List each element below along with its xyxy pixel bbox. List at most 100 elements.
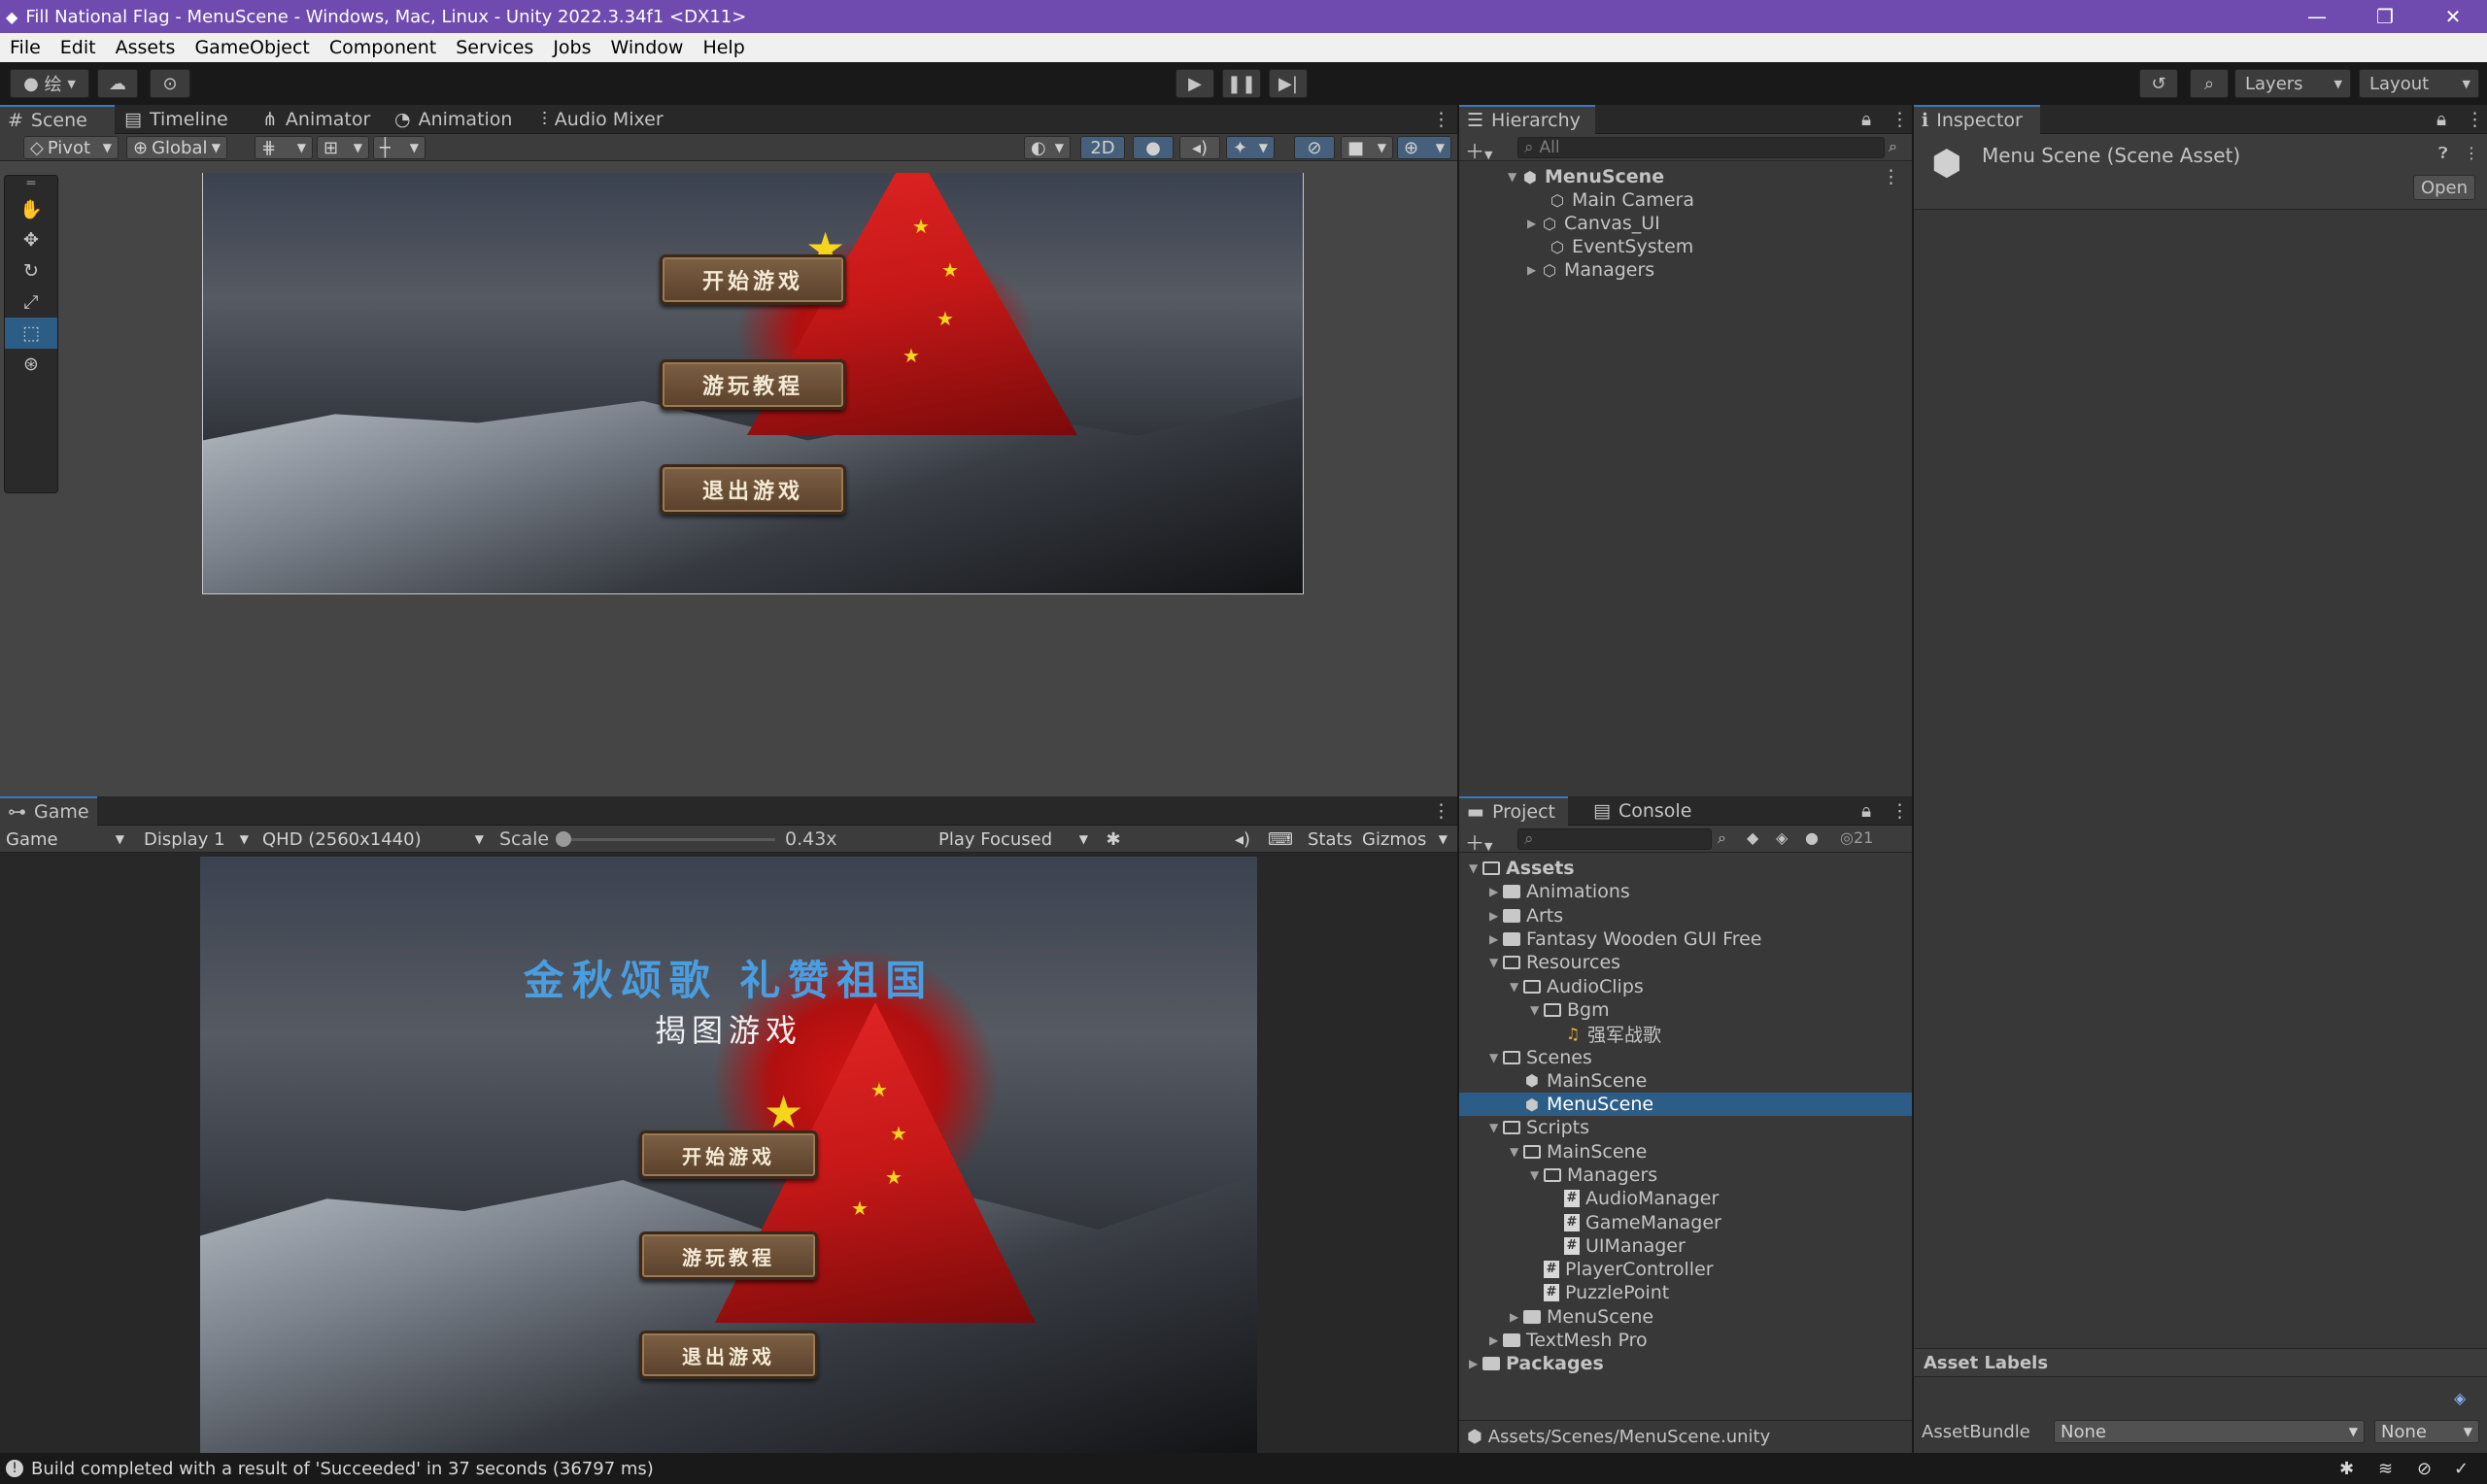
hierarchy-lock[interactable]: 🔒︎ [1854,105,1881,134]
expand-closed-icon[interactable]: ▶ [1527,217,1541,230]
restore-button[interactable]: ❐ [2351,0,2419,33]
camera-dropdown[interactable]: ■ ▼ [1341,136,1393,159]
project-tree-item[interactable]: # GameManager [1459,1210,1912,1233]
expand-open-icon[interactable]: ▼ [1510,980,1523,994]
auto-generate-lighting-icon[interactable]: ⊘ [2417,1459,2432,1479]
menu-assets[interactable]: Assets [106,37,186,58]
expand-open-icon[interactable]: ▼ [1510,1145,1523,1159]
scale-tool-icon[interactable]: ⤢ [5,287,57,318]
kebab-icon[interactable]: ⋮ [2464,144,2479,162]
game-tutorial-button[interactable]: 游玩教程 [639,1231,818,1280]
project-tree-item[interactable]: ▼ AudioClips [1459,974,1912,997]
menu-edit[interactable]: Edit [51,37,106,58]
hierarchy-item[interactable]: ⬡ EventSystem [1459,235,1912,258]
scene-tutorial-button[interactable]: 游玩教程 [660,359,846,410]
menu-component[interactable]: Component [320,37,446,58]
tab-hierarchy[interactable]: ☰ Hierarchy [1459,105,1595,134]
create-dropdown[interactable]: ＋▼ [1465,136,1492,164]
gizmos-dropdown[interactable]: ⊕ ▼ [1397,136,1451,159]
log-types-button[interactable]: ● [1805,828,1819,847]
project-tree-item[interactable]: ▶ Fantasy Wooden GUI Free [1459,928,1912,951]
project-lock[interactable]: 🔒︎ [1854,796,1881,826]
project-tree-item[interactable]: ▼ Bgm [1459,998,1912,1022]
stats-button[interactable]: Stats [1302,827,1352,851]
tab-animation[interactable]: ◔ Animation [387,105,532,134]
status-message[interactable]: Build completed with a result of 'Succee… [31,1459,654,1479]
move-tool-icon[interactable]: ✥ [5,224,57,255]
menu-services[interactable]: Services [446,37,543,58]
assetbundle-dropdown[interactable]: None ▼ [2054,1420,2365,1443]
hidden-packages-toggle[interactable]: ◎21 [1840,828,1873,847]
scale-slider-thumb[interactable] [556,831,571,847]
play-mode-dropdown[interactable]: Play Focused ▼ [933,827,1094,851]
menu-jobs[interactable]: Jobs [543,37,600,58]
layout-dropdown[interactable]: Layout ▼ [2359,69,2479,98]
project-tree-item[interactable]: # PuzzlePoint [1459,1281,1912,1304]
search-by-type-button[interactable]: ⌕ [1718,828,1726,848]
project-tree-item[interactable]: # AudioManager [1459,1187,1912,1210]
mute-audio-button[interactable]: ◂) [1226,827,1259,851]
scene-search-toggle[interactable]: ⌕ [1889,137,1897,156]
scale-slider-track[interactable] [562,838,775,841]
expand-closed-icon[interactable]: ▶ [1489,932,1503,946]
increment-snap-dropdown[interactable]: ┼ ▼ [373,136,426,159]
project-tree-item[interactable]: ⬢ MainScene [1459,1069,1912,1093]
layers-dropdown[interactable]: Layers ▼ [2234,69,2351,98]
project-tree-item[interactable]: ▼ Resources [1459,951,1912,974]
project-menu[interactable]: ⋮ [1883,796,1910,826]
grid-snap-dropdown[interactable]: ⋕ ▼ [255,136,313,159]
play-button[interactable]: ▶ [1175,69,1214,98]
label-tag-icon[interactable]: ◈ [2454,1389,2466,1407]
lighting-toggle[interactable]: ● [1133,136,1174,159]
search-button[interactable]: ⌕ [2190,69,2229,98]
project-tree-item[interactable]: # PlayerController [1459,1258,1912,1281]
scene-panel-menu[interactable]: ⋮ [1424,105,1453,134]
tab-inspector[interactable]: ℹ Inspector [1914,105,2040,134]
scene-canvas-view[interactable]: ★ ★ ★ ★ ★ 开始游戏 游玩教程 退出游戏 [202,173,1304,594]
project-tree-item[interactable]: ▼ Managers [1459,1164,1912,1187]
frame-debugger-button[interactable]: ✱ [1096,827,1131,851]
collab-button[interactable]: ⊙ [150,69,190,98]
hierarchy-item[interactable]: ⬡ Main Camera [1459,188,1912,212]
cloud-button[interactable]: ☁ [97,69,138,98]
grid-visibility-dropdown[interactable]: ⊞ ▼ [317,136,369,159]
kebab-icon[interactable]: ⋮ [1882,166,1900,187]
expand-open-icon[interactable]: ▼ [1489,1121,1503,1134]
create-asset-dropdown[interactable]: ＋▼ [1465,827,1492,856]
tab-animator[interactable]: ⋔ Animator [255,105,381,134]
tab-project[interactable]: ▬ Project [1459,796,1568,826]
rect-tool-icon[interactable]: ⬚ [5,318,57,349]
transform-tool-icon[interactable]: ⊛ [5,349,57,380]
menu-help[interactable]: Help [693,37,754,58]
minimize-button[interactable]: — [2283,0,2351,33]
debug-mode-icon[interactable]: ✱ [2339,1459,2354,1479]
project-tree-item[interactable]: ▶ Packages [1459,1352,1912,1375]
project-tree-item[interactable]: ♫ 强军战歌 [1459,1022,1912,1046]
project-tree-item[interactable]: ▶ Arts [1459,904,1912,928]
hierarchy-item[interactable]: ▶ ⬡ Managers [1459,258,1912,282]
expand-closed-icon[interactable]: ▶ [1489,909,1503,923]
hierarchy-search-input[interactable]: ⌕ All [1517,137,1885,158]
project-tree-item[interactable]: ▼ Scripts [1459,1116,1912,1139]
expand-open-icon[interactable]: ▼ [1530,1168,1544,1182]
expand-closed-icon[interactable]: ▶ [1510,1310,1523,1324]
rotate-tool-icon[interactable]: ↻ [5,255,57,287]
project-tree-item[interactable]: # UIManager [1459,1234,1912,1258]
project-search-input[interactable]: ⌕ [1517,828,1712,850]
hand-tool-icon[interactable]: ✋ [5,193,57,224]
menu-window[interactable]: Window [601,37,694,58]
hierarchy-menu[interactable]: ⋮ [1883,105,1910,134]
expand-open-icon[interactable]: ▼ [1469,861,1482,875]
project-tree-item[interactable]: ▼ MainScene [1459,1140,1912,1164]
resolution-dropdown[interactable]: QHD (2560x1440) ▼ [256,827,490,851]
scene-visibility-toggle[interactable]: ⊘ [1294,136,1335,159]
inspector-menu[interactable]: ⋮ [2458,105,2485,134]
tab-game[interactable]: ⊶ Game [0,796,97,826]
display-dropdown[interactable]: Display 1 ▼ [138,827,255,851]
project-tree-item[interactable]: ⬢ MenuScene [1459,1092,1912,1117]
tab-audio-mixer[interactable]: ⫶ Audio Mixer [534,105,690,134]
gizmos-game-dropdown[interactable]: Gizmos ▼ [1356,827,1453,851]
inspector-lock[interactable]: 🔒︎ [2429,105,2456,134]
account-button[interactable]: ● 绘 ▼ [10,69,89,98]
game-panel-menu[interactable]: ⋮ [1424,796,1453,826]
